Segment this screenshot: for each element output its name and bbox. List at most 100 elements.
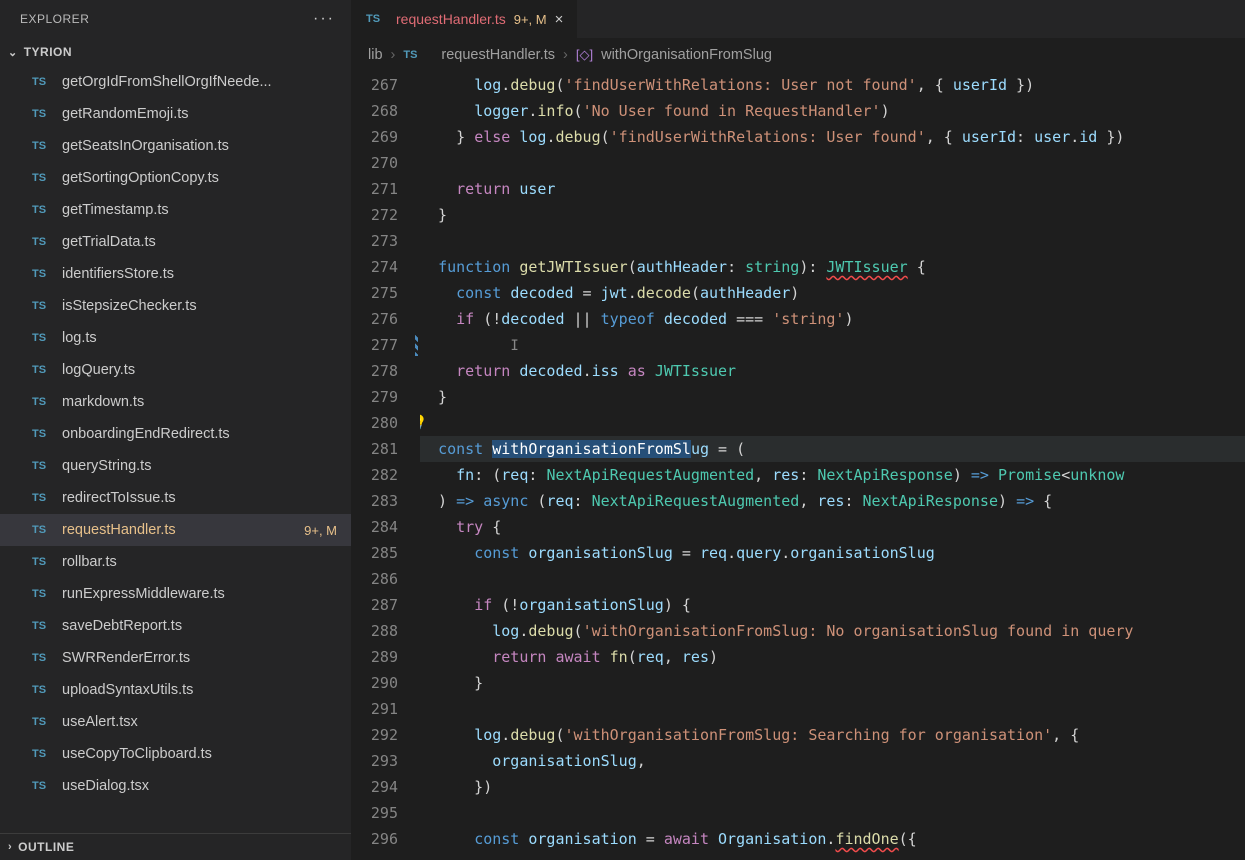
code-line[interactable] (420, 566, 1245, 592)
close-icon[interactable]: × (555, 11, 564, 28)
code-line[interactable]: fn: (req: NextApiRequestAugmented, res: … (420, 462, 1245, 488)
file-item[interactable]: TSgetTimestamp.ts (0, 194, 351, 226)
line-number: 268 (352, 98, 398, 124)
file-list: TSgetOrgIdFromShellOrgIfNeede...TSgetRan… (0, 66, 351, 833)
file-item[interactable]: TSqueryString.ts (0, 450, 351, 482)
breadcrumb-file[interactable]: requestHandler.ts (441, 47, 555, 63)
code-line[interactable]: 💡 (420, 410, 1245, 436)
code-line[interactable]: logger.info('No User found in RequestHan… (420, 98, 1245, 124)
tab-bar: TS requestHandler.ts 9+, M × (352, 0, 1245, 38)
file-item[interactable]: TSredirectToIssue.ts (0, 482, 351, 514)
file-name: useCopyToClipboard.ts (62, 746, 343, 762)
file-name: getTimestamp.ts (62, 202, 343, 218)
breadcrumb[interactable]: lib › TS requestHandler.ts › [◇] withOrg… (352, 38, 1245, 72)
code-line[interactable]: return decoded.iss as JWTIssuer (420, 358, 1245, 384)
code-line[interactable]: organisationSlug, (420, 748, 1245, 774)
project-name: TYRION (24, 45, 72, 59)
code-line[interactable] (420, 696, 1245, 722)
code-line[interactable]: if (!organisationSlug) { (420, 592, 1245, 618)
code-line[interactable]: } (420, 202, 1245, 228)
code-line[interactable] (420, 150, 1245, 176)
file-item[interactable]: TSrunExpressMiddleware.ts (0, 578, 351, 610)
file-item[interactable]: TSsaveDebtReport.ts (0, 610, 351, 642)
line-number: 272 (352, 202, 398, 228)
breadcrumb-symbol[interactable]: withOrganisationFromSlug (601, 47, 772, 63)
line-number: 292 (352, 722, 398, 748)
chevron-right-icon: › (391, 47, 396, 63)
project-header[interactable]: ⌄ TYRION (0, 38, 351, 66)
line-number: 283 (352, 488, 398, 514)
code-line[interactable]: ) => async (req: NextApiRequestAugmented… (420, 488, 1245, 514)
line-number: 286 (352, 566, 398, 592)
typescript-icon: TS (403, 49, 423, 61)
file-name: requestHandler.ts (62, 522, 298, 538)
code-line[interactable]: I (420, 332, 1245, 358)
explorer-more-icon[interactable]: ··· (313, 10, 335, 28)
code-line[interactable]: log.debug('withOrganisationFromSlug: No … (420, 618, 1245, 644)
code-line[interactable]: } (420, 384, 1245, 410)
file-item[interactable]: TSgetSeatsInOrganisation.ts (0, 130, 351, 162)
code-line[interactable] (420, 228, 1245, 254)
code-line[interactable]: } (420, 670, 1245, 696)
tab-status: 9+, M (514, 12, 547, 27)
typescript-icon: TS (32, 428, 52, 440)
code-line[interactable]: try { (420, 514, 1245, 540)
line-number: 291 (352, 696, 398, 722)
file-item[interactable]: TSlogQuery.ts (0, 354, 351, 386)
file-item[interactable]: TSrequestHandler.ts9+, M (0, 514, 351, 546)
code-line[interactable]: if (!decoded || typeof decoded === 'stri… (420, 306, 1245, 332)
typescript-icon: TS (32, 300, 52, 312)
lightbulb-icon[interactable]: 💡 (420, 410, 427, 436)
code-line[interactable] (420, 800, 1245, 826)
code-line[interactable]: } else log.debug('findUserWithRelations:… (420, 124, 1245, 150)
file-item[interactable]: TSgetTrialData.ts (0, 226, 351, 258)
file-item[interactable]: TSonboardingEndRedirect.ts (0, 418, 351, 450)
typescript-icon: TS (32, 460, 52, 472)
file-name: runExpressMiddleware.ts (62, 586, 343, 602)
file-item[interactable]: TSrollbar.ts (0, 546, 351, 578)
editor-area: TS requestHandler.ts 9+, M × lib › TS re… (352, 0, 1245, 860)
file-item[interactable]: TSuseCopyToClipboard.ts (0, 738, 351, 770)
file-name: rollbar.ts (62, 554, 343, 570)
file-item[interactable]: TSgetOrgIdFromShellOrgIfNeede... (0, 66, 351, 98)
breadcrumb-folder[interactable]: lib (368, 47, 383, 63)
line-number: 278 (352, 358, 398, 384)
typescript-icon: TS (32, 76, 52, 88)
typescript-icon: TS (366, 13, 386, 25)
line-number: 279 (352, 384, 398, 410)
code-line[interactable]: const withOrganisationFromSlug = ( (420, 436, 1245, 462)
file-item[interactable]: TS log.ts (0, 322, 351, 354)
outline-section[interactable]: › OUTLINE (0, 833, 351, 860)
tab-requesthandler[interactable]: TS requestHandler.ts 9+, M × (352, 0, 577, 38)
file-item[interactable]: TSgetRandomEmoji.ts (0, 98, 351, 130)
chevron-right-icon: › (8, 841, 12, 853)
file-item[interactable]: TSSWRRenderError.ts (0, 642, 351, 674)
line-number: 267 (352, 72, 398, 98)
file-item[interactable]: TSisStepsizeChecker.ts (0, 290, 351, 322)
code-line[interactable]: log.debug('findUserWithRelations: User n… (420, 72, 1245, 98)
code-line[interactable]: const organisationSlug = req.query.organ… (420, 540, 1245, 566)
file-item[interactable]: TSuseDialog.tsx (0, 770, 351, 802)
text-cursor-icon: I (510, 333, 520, 359)
code-line[interactable]: const organisation = await Organisation.… (420, 826, 1245, 852)
file-item[interactable]: TSidentifiersStore.ts (0, 258, 351, 290)
file-item[interactable]: TSuploadSyntaxUtils.ts (0, 674, 351, 706)
code-line[interactable]: log.debug('withOrganisationFromSlug: Sea… (420, 722, 1245, 748)
code-line[interactable]: const decoded = jwt.decode(authHeader) (420, 280, 1245, 306)
line-number: 271 (352, 176, 398, 202)
code-line[interactable]: function getJWTIssuer(authHeader: string… (420, 254, 1245, 280)
file-item[interactable]: TSmarkdown.ts (0, 386, 351, 418)
code-editor[interactable]: 2672682692702712722732742752762772782792… (352, 72, 1245, 860)
typescript-icon: TS (32, 236, 52, 248)
code-line[interactable]: return await fn(req, res) (420, 644, 1245, 670)
line-number: 276 (352, 306, 398, 332)
code-line[interactable]: }) (420, 774, 1245, 800)
code-line[interactable]: return user (420, 176, 1245, 202)
typescript-icon: TS (32, 140, 52, 152)
code-content[interactable]: log.debug('findUserWithRelations: User n… (420, 72, 1245, 860)
file-item[interactable]: TSuseAlert.tsx (0, 706, 351, 738)
file-name: log.ts (62, 330, 343, 346)
file-item[interactable]: TSgetSortingOptionCopy.ts (0, 162, 351, 194)
typescript-icon: TS (32, 716, 52, 728)
typescript-icon: TS (32, 332, 52, 344)
